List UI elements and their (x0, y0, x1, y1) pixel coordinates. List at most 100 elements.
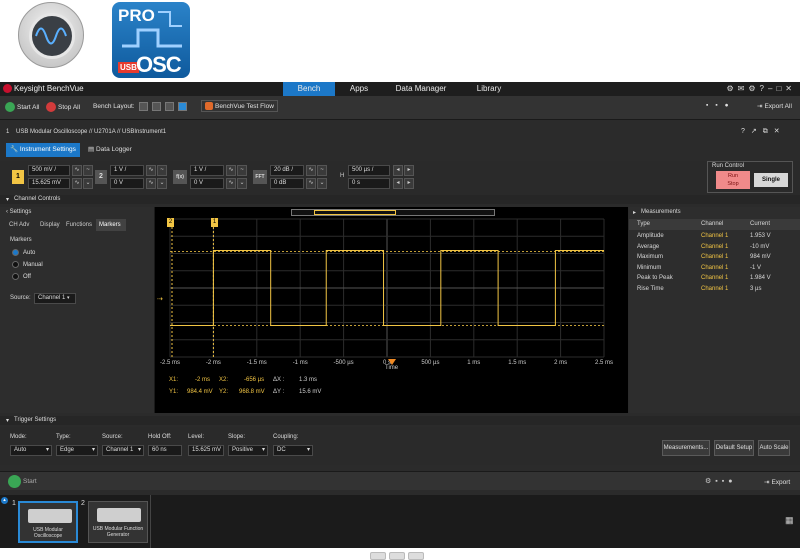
channel-1-offset[interactable]: 15.625 mV (28, 178, 70, 189)
marker-auto-radio[interactable]: Auto (12, 249, 35, 256)
scope-display[interactable]: -2.5 ms -2 ms -1.5 ms -1 ms -500 µs 0 s 500 µs… (155, 207, 628, 413)
channel-controls-bar[interactable]: ▾ Channel Controls (0, 195, 800, 204)
position-left-icon[interactable]: ◂ (393, 178, 403, 189)
record-icon[interactable]: ● (728, 478, 736, 485)
trigger-settings-bar[interactable]: ▾ Trigger Settings (0, 416, 800, 425)
channel-1-coupling-ac-icon[interactable]: ∿ (72, 165, 82, 176)
instrument-2-thumbnail[interactable]: USB Modular Function Generator (88, 501, 148, 543)
marker-source-select[interactable]: Channel 1 ▾ (34, 293, 76, 304)
timebase-right-icon[interactable]: ▸ (404, 165, 414, 176)
tab-instrument-settings[interactable]: 🔧 Instrument Settings (6, 143, 80, 157)
math-offset[interactable]: 0 V (190, 178, 224, 189)
channel-2-coupling-icon[interactable]: ∿ (146, 165, 156, 176)
math-scale[interactable]: 1 V / (190, 165, 224, 176)
math-badge[interactable]: f(x) (173, 170, 187, 184)
fft-window-icon[interactable]: ∿ (306, 165, 316, 176)
trigger-holdoff-input[interactable]: 60 ns (148, 445, 182, 456)
single-button[interactable]: Single (754, 173, 788, 187)
math-down-icon[interactable]: ⌄ (237, 178, 247, 189)
gear-icon[interactable]: ⚙ (705, 478, 715, 485)
tab-data-logger[interactable]: ▤ Data Logger (84, 143, 144, 157)
channel-2-badge[interactable]: 2 (95, 170, 107, 184)
trigger-source-select[interactable]: Channel 1 ▾ (102, 445, 144, 456)
open-icon[interactable]: ▪ (715, 102, 722, 109)
trigger-mode-select[interactable]: Auto ▾ (10, 445, 52, 456)
close-icon[interactable]: ✕ (785, 84, 796, 93)
fft-scale[interactable]: 20 dB / (270, 165, 304, 176)
channel-2-coupling-dc-icon[interactable]: ∿ (146, 178, 156, 189)
stop-all-button[interactable]: Stop All (46, 102, 80, 112)
layout-grid-icon[interactable] (138, 102, 148, 111)
tab-functions[interactable]: Functions (63, 219, 95, 231)
record-icon[interactable]: ● (725, 102, 734, 109)
timebase-left-icon[interactable]: ◂ (393, 165, 403, 176)
layout-single-icon[interactable] (177, 102, 187, 111)
start-button[interactable]: Start (8, 475, 37, 488)
test-flow-button[interactable]: BenchVue Test Flow (201, 100, 278, 112)
help-icon[interactable]: ? (741, 128, 751, 135)
prev-page-icon[interactable] (370, 552, 386, 560)
fft-window2-icon[interactable]: ∿ (306, 178, 316, 189)
measurement-row[interactable]: Minimum Channel 1 -1 V (629, 263, 800, 274)
waveform-overview[interactable] (291, 209, 495, 216)
position-right-icon[interactable]: ▸ (404, 178, 414, 189)
run-stop-button[interactable]: Run Stop (716, 171, 750, 189)
channel-1-badge[interactable]: 1 (12, 170, 24, 184)
chat-icon[interactable]: ✉ (738, 84, 749, 93)
fft-badge[interactable]: FFT (253, 170, 267, 184)
math-func-icon[interactable]: ∿ (226, 165, 236, 176)
restore-icon[interactable]: ⧉ (763, 128, 774, 135)
trigger-level-input[interactable]: 15.625 mV (188, 445, 224, 456)
fft-offset[interactable]: 0 dB (270, 178, 304, 189)
grid-view-icon[interactable]: ▦ (785, 515, 794, 526)
collapse-strip-icon[interactable]: ▴ (1, 497, 8, 504)
timebase-position[interactable]: 0 s (348, 178, 390, 189)
save-icon[interactable]: ▪ (706, 102, 713, 109)
layout-columns-icon[interactable] (164, 102, 174, 111)
export-button[interactable]: ⇥ Export (764, 478, 790, 487)
auto-scale-button[interactable]: Auto Scale (758, 440, 790, 456)
channel-2-bw-icon[interactable]: ~ (157, 165, 167, 176)
connection-icon[interactable]: ⚙ (727, 84, 738, 93)
channel-1-scale[interactable]: 500 mV / (28, 165, 70, 176)
tab-library[interactable]: Library (464, 82, 514, 96)
channel-1-invert-icon[interactable]: ⌄ (83, 178, 93, 189)
page-indicator-icon[interactable] (389, 552, 405, 560)
fft-opt-icon[interactable]: ~ (317, 165, 327, 176)
measurements-button[interactable]: Measurements... (662, 440, 710, 456)
export-all-button[interactable]: ⇥ Export All (757, 102, 792, 111)
math-func2-icon[interactable]: ∿ (226, 178, 236, 189)
measurement-row[interactable]: Average Channel 1 -10 mV (629, 242, 800, 253)
gear-icon[interactable]: ⚙ (748, 84, 759, 93)
tab-markers[interactable]: Markers (96, 219, 126, 231)
channel-1-bw-icon[interactable]: ~ (83, 165, 93, 176)
start-all-button[interactable]: Start All (5, 102, 39, 112)
trigger-type-select[interactable]: Edge ▾ (56, 445, 98, 456)
collapse-right-icon[interactable]: ▸ (633, 209, 636, 216)
channel-1-coupling-dc-icon[interactable]: ∿ (72, 178, 82, 189)
tab-ch-adv[interactable]: CH Adv (6, 219, 36, 231)
channel-2-offset[interactable]: 0 V (110, 178, 144, 189)
trigger-coupling-select[interactable]: DC ▾ (273, 445, 313, 456)
channel-2-scale[interactable]: 1 V / (110, 165, 144, 176)
math-opt-icon[interactable]: ~ (237, 165, 247, 176)
timebase-scale[interactable]: 500 µs / (348, 165, 390, 176)
fft-down-icon[interactable]: ⌄ (317, 178, 327, 189)
maximize-icon[interactable]: □ (776, 84, 785, 93)
marker-x1-handle[interactable]: 1 (211, 218, 218, 227)
layout-split-icon[interactable] (151, 102, 161, 111)
tab-display[interactable]: Display (37, 219, 61, 231)
overview-window[interactable] (314, 210, 396, 215)
help-icon[interactable]: ? (760, 84, 768, 93)
tab-apps[interactable]: Apps (336, 82, 382, 96)
tab-bench[interactable]: Bench (283, 82, 335, 96)
measurement-row[interactable]: Rise Time Channel 1 3 µs (629, 284, 800, 295)
next-page-icon[interactable] (408, 552, 424, 560)
marker-off-radio[interactable]: Off (12, 273, 31, 280)
close-icon[interactable]: ✕ (774, 128, 786, 135)
channel-1-ground-marker-icon[interactable]: ⇢ (157, 295, 163, 303)
popout-icon[interactable]: ↗ (751, 128, 763, 135)
trigger-slope-select[interactable]: Positive ▾ (228, 445, 268, 456)
measurement-row[interactable]: Amplitude Channel 1 1.953 V (629, 231, 800, 242)
marker-manual-radio[interactable]: Manual (12, 261, 43, 268)
